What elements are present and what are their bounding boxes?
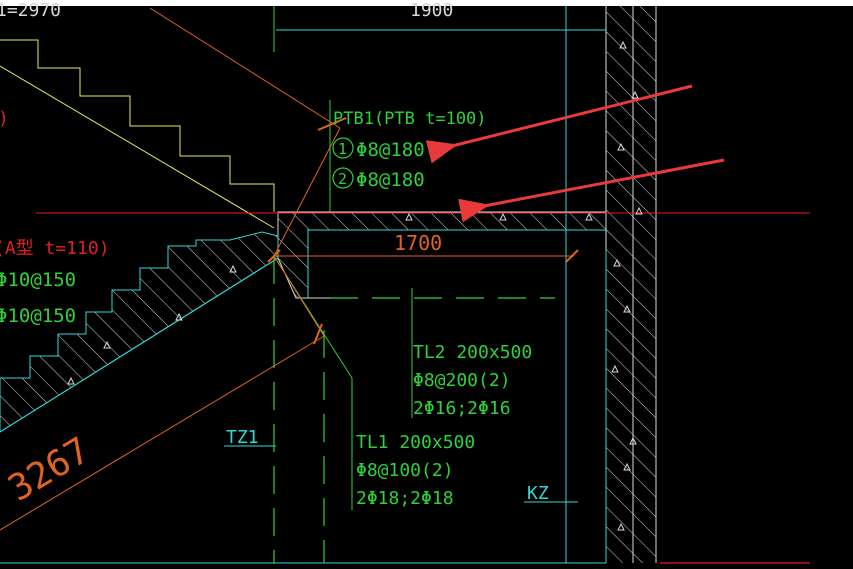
tl2-title: TL2 200x500 — [413, 342, 532, 363]
dim-landing-span: 1700 — [394, 231, 442, 255]
beam-tl2-callout: TL2 200x500 Φ8@200(2) 2Φ16;2Φ16 — [413, 342, 532, 419]
upper-stair-steps — [0, 39, 275, 212]
tl2-stirrup: Φ8@200(2) — [413, 370, 511, 391]
stair-callout: ) (A型 t=110) Φ10@150 Φ10@150 — [0, 108, 110, 327]
beam-tl1-callout: TL1 200x500 Φ8@100(2) 2Φ18;2Φ18 — [356, 432, 475, 509]
upper-stair-soffit — [0, 65, 275, 229]
stair-paren: ) — [0, 108, 9, 129]
tl1-title: TL1 200x500 — [356, 432, 475, 453]
cad-drawing-canvas: 1=2970 1900 1700 3267 PTB1(PTB t=100) 1 … — [0, 0, 853, 569]
stair-rebar-2: Φ10@150 — [0, 305, 76, 327]
column-label-tz1: TZ1 — [226, 427, 259, 448]
slab-callout: PTB1(PTB t=100) 1 Φ8@180 2 Φ8@180 — [332, 109, 487, 191]
stair-title: (A型 t=110) — [0, 238, 110, 259]
rebar-marker-2: 2 — [338, 170, 347, 188]
dim-flight-length: 3267 — [2, 430, 97, 510]
stair-rebar-1: Φ10@150 — [0, 269, 76, 291]
dim-top-span: 1900 — [410, 0, 453, 21]
annotation-arrow-2 — [458, 158, 725, 223]
slab-rebar-1: Φ8@180 — [356, 139, 425, 161]
landing-slab — [277, 211, 607, 299]
slab-title: PTB1(PTB t=100) — [333, 109, 487, 129]
tl1-stirrup: Φ8@100(2) — [356, 460, 454, 481]
right-wall — [605, 6, 657, 563]
slab-rebar-2: Φ8@180 — [356, 169, 425, 191]
stair-flight — [0, 231, 279, 433]
dim-top-left: 1=2970 — [0, 0, 61, 21]
column-label-kz: KZ — [527, 483, 549, 504]
rebar-marker-1: 1 — [338, 140, 347, 158]
tl1-main-bars: 2Φ18;2Φ18 — [356, 488, 454, 509]
tl2-main-bars: 2Φ16;2Φ16 — [413, 398, 511, 419]
